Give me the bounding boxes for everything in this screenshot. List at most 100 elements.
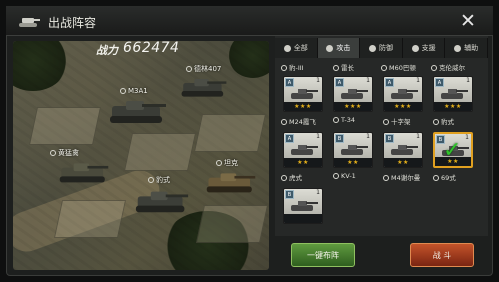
tab-attack[interactable]: 攻击 — [317, 38, 361, 58]
power-label: 战力 — [96, 44, 118, 57]
tier-badge: B — [335, 134, 344, 143]
auto-deploy-button[interactable]: 一键布阵 — [291, 243, 355, 267]
card-count: 1 — [366, 77, 370, 84]
title-bar: 出战阵容 ✕ — [6, 6, 493, 36]
deployed-tank[interactable] — [205, 168, 257, 196]
deployed-tank[interactable] — [108, 96, 168, 126]
attack-icon — [326, 44, 334, 52]
wrench-icon — [186, 66, 192, 72]
defense-icon — [368, 44, 376, 52]
tier-badge: A — [335, 78, 344, 87]
card-count: 1 — [366, 133, 370, 140]
assist-icon — [454, 44, 462, 52]
star-rating: ★★ — [334, 158, 372, 167]
tank-icon — [391, 89, 418, 99]
star-rating: ★★ — [284, 158, 322, 167]
tank-icon — [441, 89, 468, 99]
deployed-tank[interactable] — [180, 74, 228, 100]
wrench-icon — [120, 88, 126, 94]
deploy-slot[interactable] — [195, 205, 269, 243]
wrench-icon — [383, 175, 389, 181]
tank-icon — [291, 89, 318, 99]
wrench-icon — [333, 173, 339, 179]
wrench-icon — [433, 175, 439, 181]
card-count: 1 — [316, 133, 320, 140]
tier-badge: A — [285, 78, 294, 87]
tank-icon — [291, 145, 318, 155]
wrench-icon — [281, 119, 287, 125]
slot-label: 黄猛禽 — [50, 148, 79, 158]
tier-badge: A — [285, 134, 294, 143]
card-label: M60巴顿 — [381, 62, 416, 72]
tab-assist[interactable]: 辅助 — [445, 38, 488, 58]
tank-grid: 豹-III 雷长 M60巴顿 克伦威尔 A1 ★★★ A1 ★★★ A1 ★★★… — [281, 62, 481, 232]
star-rating — [284, 214, 322, 223]
tab-support[interactable]: 支援 — [402, 38, 446, 58]
tank-card-selected[interactable]: B1 ✓ ★★ — [433, 132, 473, 168]
deployed-tank[interactable] — [58, 158, 110, 186]
slot-label: 坦克 — [216, 158, 238, 168]
tank-card[interactable]: A 1 ★★ — [283, 132, 323, 168]
card-label: 克伦威尔 — [431, 62, 465, 72]
tank-card[interactable]: A 1 ★★★ — [283, 76, 323, 112]
wrench-icon — [148, 177, 154, 183]
wrench-icon — [433, 119, 439, 125]
slot-label: 豹式 — [148, 175, 170, 185]
wrench-icon — [383, 119, 389, 125]
star-rating: ★★★ — [334, 102, 372, 111]
tank-card[interactable]: A 1 ★★★ — [433, 76, 473, 112]
card-label: M4谢尔曼 — [383, 172, 420, 182]
card-label: 69式 — [433, 172, 456, 182]
star-rating: ★★ — [384, 158, 422, 167]
tank-icon — [291, 201, 318, 211]
tab-all[interactable]: 全部 — [275, 38, 318, 58]
deploy-slot[interactable] — [123, 133, 197, 171]
support-icon — [411, 44, 419, 52]
card-count: 1 — [316, 189, 320, 196]
card-count: 1 — [465, 134, 469, 141]
tank-card[interactable]: A 1 ★★★ — [333, 76, 373, 112]
tank-card[interactable]: B1 — [283, 188, 323, 224]
tank-icon — [19, 18, 40, 27]
all-icon — [283, 44, 291, 52]
wrench-icon — [333, 65, 339, 71]
card-label: 雷长 — [333, 62, 354, 72]
card-label: 豹-III — [281, 62, 304, 72]
deployed-tank[interactable] — [134, 186, 190, 216]
slot-label: M3A1 — [120, 87, 148, 95]
tank-card[interactable]: A 1 ★★★ — [383, 76, 423, 112]
card-count: 1 — [466, 77, 470, 84]
star-rating: ★★★ — [284, 102, 322, 111]
card-label: KV-1 — [333, 172, 356, 180]
tier-badge: B — [385, 134, 394, 143]
tank-card[interactable]: B 1 ★★ — [333, 132, 373, 168]
wrench-icon — [431, 65, 437, 71]
card-count: 1 — [416, 133, 420, 140]
battle-button[interactable]: 战 斗 — [410, 243, 474, 267]
card-label: M24霞飞 — [281, 116, 316, 126]
tier-badge: A — [385, 78, 394, 87]
slot-label: 德林407 — [186, 64, 221, 74]
tier-badge: A — [435, 78, 444, 87]
bush — [13, 41, 68, 91]
tier-badge: B — [285, 190, 294, 199]
tab-defense[interactable]: 防御 — [360, 38, 403, 58]
wrench-icon — [333, 117, 339, 123]
tank-card[interactable]: B 1 ★★ — [383, 132, 423, 168]
tank-icon — [341, 145, 368, 155]
close-button[interactable]: ✕ — [457, 10, 479, 32]
card-count: 1 — [416, 77, 420, 84]
window-title: 出战阵容 — [48, 16, 97, 30]
filter-tabs: 全部 攻击 防御 支援 辅助 — [275, 38, 488, 58]
deploy-slot[interactable] — [28, 107, 102, 145]
deploy-slot[interactable] — [53, 200, 127, 238]
wrench-icon — [281, 65, 287, 71]
star-rating: ★★ — [435, 157, 471, 166]
wrench-icon — [50, 150, 56, 156]
wrench-icon — [216, 160, 222, 166]
card-label: T-34 — [333, 116, 355, 124]
deploy-slot[interactable] — [193, 114, 267, 152]
card-label: 十字架 — [383, 116, 411, 126]
power-value: 662474 — [123, 40, 180, 56]
tank-icon — [341, 89, 368, 99]
